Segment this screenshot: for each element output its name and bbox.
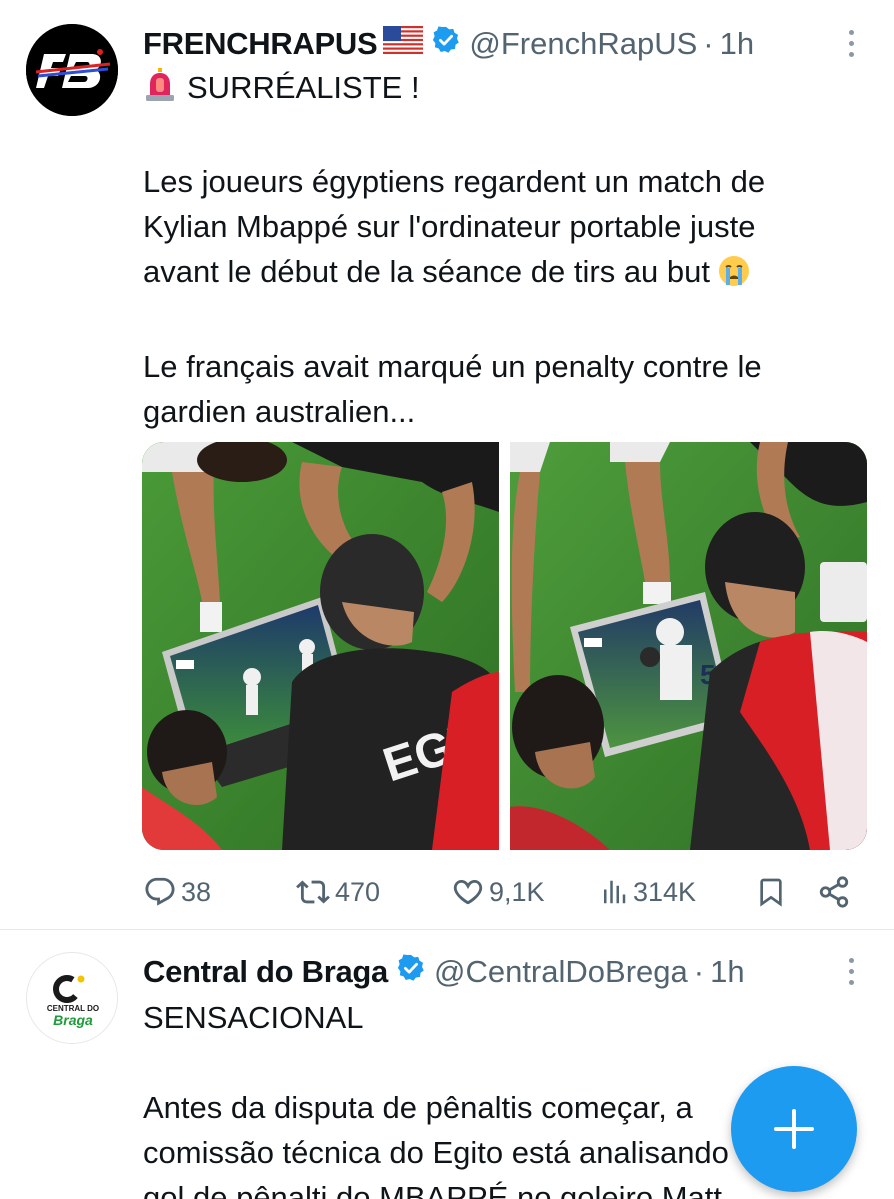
reply-icon xyxy=(145,877,175,906)
tweet-body-line: gardien australien... xyxy=(143,394,416,429)
author-name[interactable]: FRENCHRAPUS xyxy=(143,26,378,62)
tweet-photo-2[interactable]: 5 xyxy=(510,442,867,850)
photo-egypt-players-laptop: EGYPT xyxy=(142,442,499,850)
like-count: 9,1K xyxy=(489,876,545,907)
compose-button[interactable] xyxy=(731,1066,857,1192)
tweet-media-grid[interactable]: EGYPT 5 xyxy=(142,442,867,850)
author-name[interactable]: Central do Braga xyxy=(143,954,388,990)
reply-count: 38 xyxy=(181,876,212,907)
tweet-body-line: Le français avait marqué un penalty cont… xyxy=(143,349,762,384)
more-options-icon[interactable] xyxy=(846,30,856,63)
avatar-central-do-braga[interactable]: CENTRAL DO Braga xyxy=(26,952,118,1044)
like-button[interactable]: 9,1K xyxy=(451,872,545,912)
verified-badge-icon[interactable] xyxy=(396,953,426,991)
author-handle[interactable]: @CentralDoBrega xyxy=(434,954,688,990)
separator-dot: · xyxy=(693,954,705,989)
tweet-body-line: avant le début de la séance de tirs au b… xyxy=(143,254,711,289)
repost-count: 470 xyxy=(335,876,381,907)
share-icon xyxy=(819,876,849,908)
bookmark-icon xyxy=(760,878,782,907)
tweet-header: FRENCHRAPUS @FrenchRapUS · 1h xyxy=(143,22,754,66)
tweet-body-line: Kylian Mbappé sur l'ordinateur portable … xyxy=(143,209,756,244)
tweet-time[interactable]: 1h xyxy=(720,26,754,62)
frenchrapus-logo xyxy=(26,24,118,116)
tweet-body-line: Les joueurs égyptiens regardent un match… xyxy=(143,164,766,199)
tweet-time[interactable]: 1h xyxy=(710,954,744,990)
tweet-photo-1[interactable]: EGYPT xyxy=(142,442,499,850)
tweet-headline: SENSACIONAL xyxy=(143,1000,364,1035)
reply-button[interactable]: 38 xyxy=(143,872,211,912)
tweet-headline-line: SURRÉALISTE ! xyxy=(143,65,863,114)
verified-badge-icon[interactable] xyxy=(431,25,461,63)
us-flag-icon xyxy=(383,26,424,62)
repost-button[interactable]: 470 xyxy=(295,872,380,912)
share-button[interactable] xyxy=(817,872,851,912)
tweet-text: SURRÉALISTE ! Les joueurs égyptiens rega… xyxy=(143,65,863,434)
siren-icon xyxy=(143,68,177,114)
central-do-braga-logo: CENTRAL DO Braga xyxy=(27,953,117,1043)
author-handle[interactable]: @FrenchRapUS xyxy=(469,26,697,62)
views-chart-icon xyxy=(604,880,626,904)
heart-icon xyxy=(453,879,483,905)
views-button[interactable]: 314K xyxy=(599,872,696,912)
tweet-frenchrapus[interactable]: FRENCHRAPUS @FrenchRapUS · 1h SURRÉALIST… xyxy=(0,0,894,930)
tweet-body-line-with-emoji: avant le début de la séance de tirs au b… xyxy=(143,249,863,299)
tweet-headline: SURRÉALISTE ! xyxy=(187,70,420,105)
separator-dot: · xyxy=(703,26,714,61)
more-options-icon[interactable] xyxy=(846,958,856,991)
tweet-header: Central do Braga @CentralDoBrega · 1h xyxy=(143,950,745,994)
bookmark-button[interactable] xyxy=(755,872,787,912)
views-count: 314K xyxy=(633,876,697,907)
plus-icon xyxy=(774,1109,814,1149)
logo-text-braga: Braga xyxy=(53,1012,93,1028)
repost-icon xyxy=(296,880,330,904)
tweet-actions: 38 470 9,1K 314K xyxy=(143,872,855,912)
avatar-frenchrapus[interactable] xyxy=(26,24,118,116)
photo-egypt-staff-laptop: 5 xyxy=(510,442,867,850)
crying-face-icon xyxy=(718,254,750,299)
